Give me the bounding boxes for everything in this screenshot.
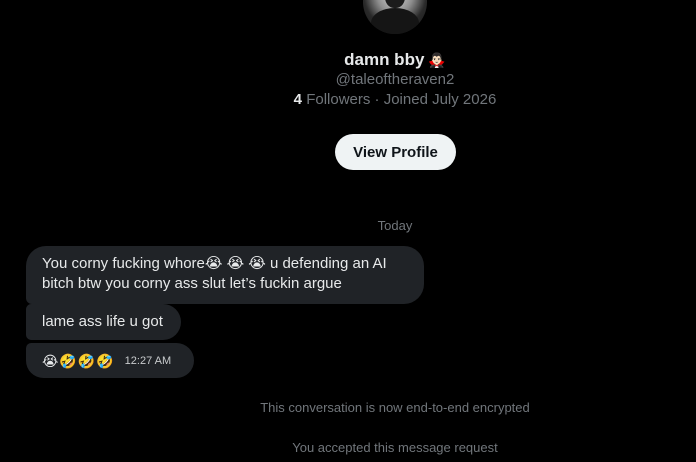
date-divider: Today <box>377 218 413 233</box>
message-bubble[interactable]: You corny fucking whore😭 😭 😭 u defending… <box>26 246 424 304</box>
encryption-notice: This conversation is now end-to-end encr… <box>260 400 530 415</box>
profile-name-text: damn bby <box>344 50 425 69</box>
message-bubble[interactable]: 😭🤣🤣🤣 12:27 AM <box>26 343 194 378</box>
profile-meta: 4 Followers · Joined July 2026 <box>0 91 696 108</box>
avatar-face <box>385 0 405 8</box>
followers-count[interactable]: 4 <box>294 91 302 108</box>
message-bubble[interactable]: lame ass life u got <box>26 304 181 340</box>
avatar-shoulders <box>371 8 419 34</box>
profile-handle: @taleoftheraven2 <box>335 71 455 88</box>
message-text: 😭🤣🤣🤣 <box>42 352 115 369</box>
view-profile-button[interactable]: View Profile <box>335 134 456 170</box>
joined-date: Joined July 2026 <box>383 91 497 108</box>
meta-separator: · <box>374 91 380 108</box>
request-accepted-notice: You accepted this message request <box>292 440 498 455</box>
avatar[interactable] <box>363 0 427 34</box>
vampire-emoji-icon: 🧛🏻‍♂️ <box>428 52 446 68</box>
followers-label[interactable]: Followers <box>306 91 370 108</box>
message-timestamp: 12:27 AM <box>124 354 172 367</box>
profile-name: damn bby 🧛🏻‍♂️ <box>0 50 696 70</box>
dm-conversation-page: damn bby 🧛🏻‍♂️ @taleoftheraven2 4 Followe… <box>0 0 696 462</box>
